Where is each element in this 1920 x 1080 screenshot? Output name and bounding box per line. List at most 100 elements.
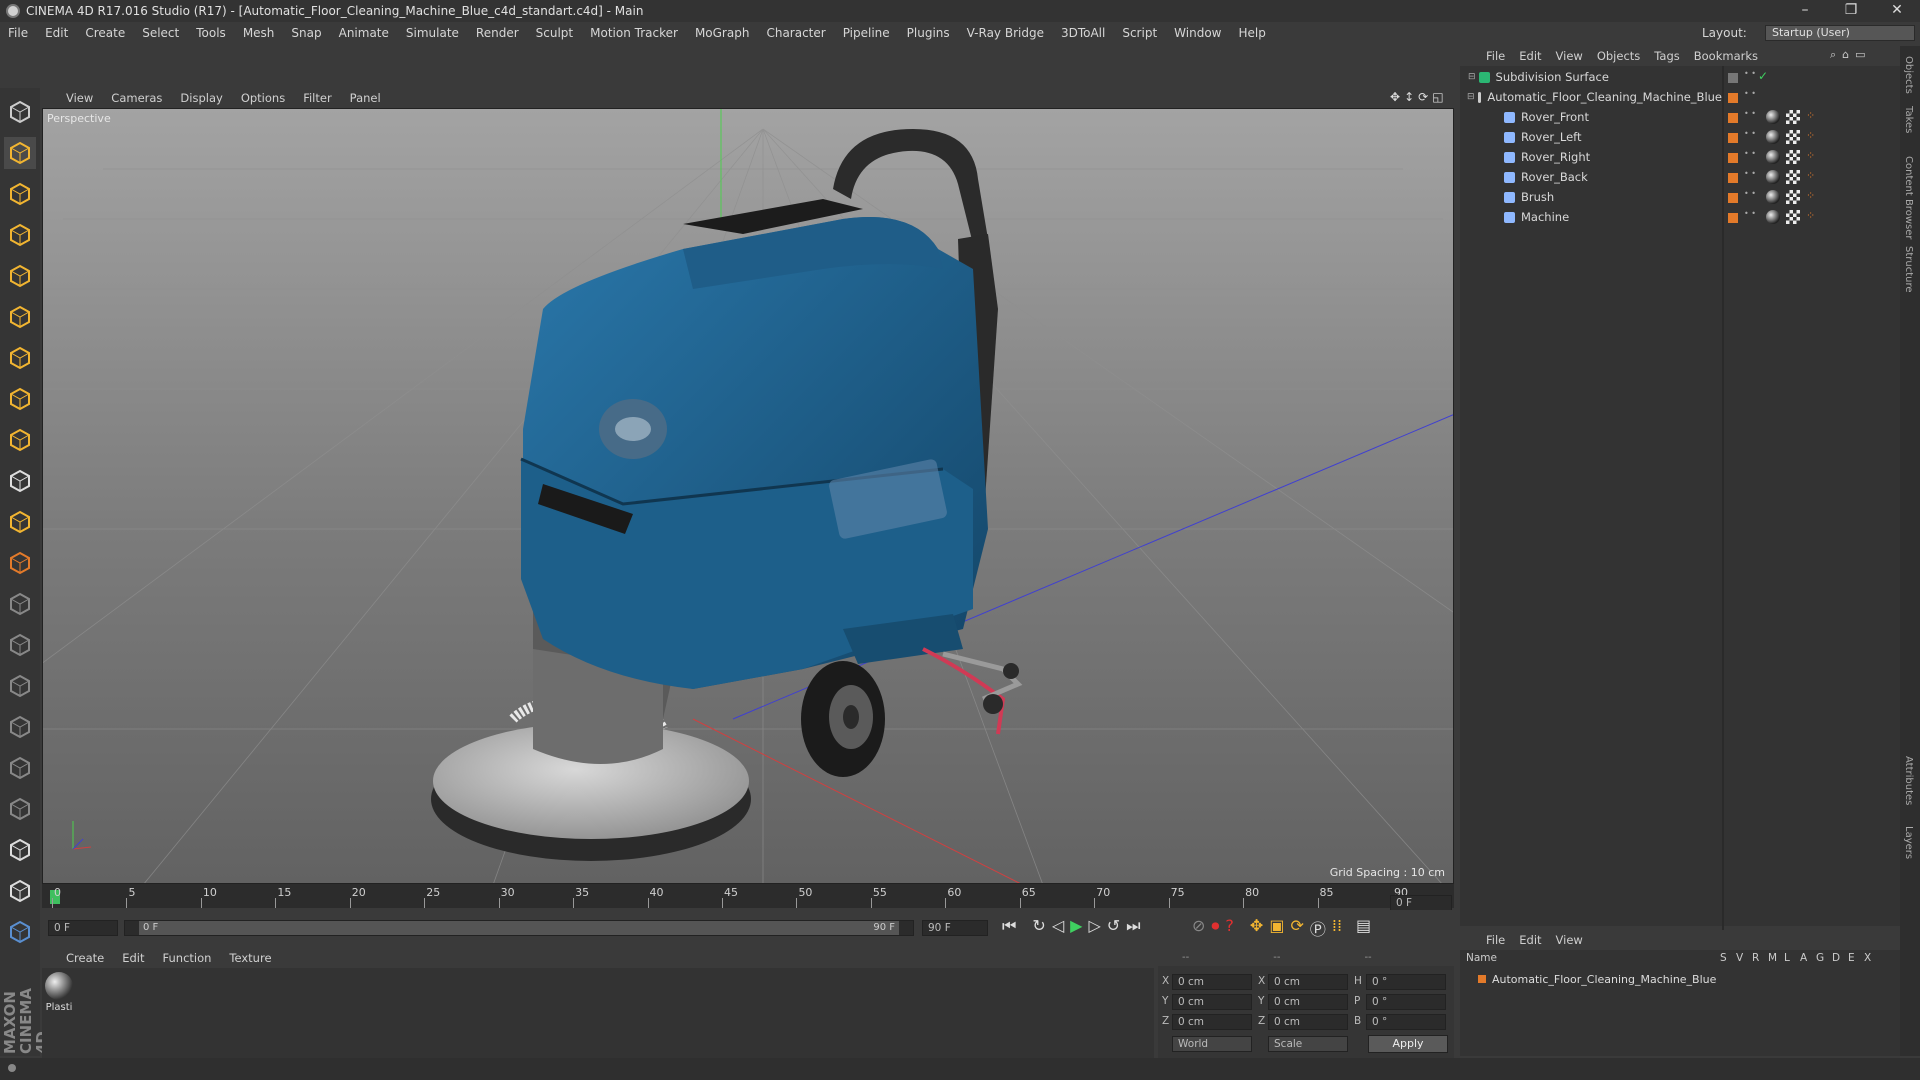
side-tab-layers[interactable]: Layers (1903, 826, 1914, 859)
size-field[interactable]: 0 cm (1268, 1014, 1348, 1030)
grid-icon[interactable] (4, 834, 36, 866)
menu-animate[interactable]: Animate (339, 26, 389, 40)
play-icon[interactable]: ▶ (1070, 916, 1082, 936)
maximize-view-icon[interactable]: ◱ (1432, 90, 1443, 104)
python-icon[interactable] (4, 916, 36, 948)
snap-icon[interactable] (4, 547, 36, 579)
next-key-icon[interactable]: ↺ (1107, 916, 1120, 936)
object-row[interactable]: ⊟ Automatic_Floor_Cleaning_Machine_Blue (1460, 88, 1722, 107)
material-menu-create[interactable]: Create (66, 951, 104, 965)
side-tab-structure[interactable]: Structure (1903, 246, 1914, 293)
object-menu-edit[interactable]: Edit (1519, 49, 1541, 63)
visibility-toggle-icon[interactable]: • • (1744, 70, 1756, 78)
bridge-icon[interactable] (4, 711, 36, 743)
coordinate-mode-select[interactable]: World (1172, 1036, 1252, 1052)
texture-tag-icon[interactable] (1786, 170, 1800, 184)
object-menu-bookmarks[interactable]: Bookmarks (1694, 49, 1758, 63)
object-row[interactable]: ⊟ Subdivision Surface (1460, 68, 1722, 87)
layer-column-x[interactable]: X (1864, 952, 1880, 968)
visibility-toggle-icon[interactable]: • • (1744, 130, 1756, 138)
key-position-icon[interactable]: ✥ (1250, 916, 1263, 940)
material-slot[interactable]: Plasti (44, 972, 74, 1020)
end-frame-field[interactable]: 90 F (922, 920, 988, 936)
menu-select[interactable]: Select (142, 26, 179, 40)
close-button[interactable]: ✕ (1874, 0, 1920, 22)
layer-color-swatch[interactable] (1728, 73, 1738, 83)
selection-tag-icon[interactable]: ⁘ (1806, 209, 1815, 222)
layer-menu-file[interactable]: File (1486, 933, 1505, 947)
autokey-icon[interactable]: ? (1225, 916, 1234, 940)
menu-simulate[interactable]: Simulate (406, 26, 459, 40)
brush-icon[interactable] (4, 588, 36, 620)
texture-tag-icon[interactable] (1786, 150, 1800, 164)
rotation-field[interactable]: 0 ° (1366, 974, 1446, 990)
layer-color-swatch[interactable] (1728, 153, 1738, 163)
layer-color-swatch[interactable] (1728, 93, 1738, 103)
knife-icon[interactable] (4, 629, 36, 661)
home-icon[interactable]: ⌂ (1842, 48, 1849, 62)
texture-mode-icon[interactable] (4, 178, 36, 210)
viewport-menu-display[interactable]: Display (180, 91, 222, 105)
new-window-icon[interactable]: ▭ (1855, 48, 1865, 62)
timeline-ruler[interactable]: 0 5 10 15 20 25 30 35 40 45 50 55 60 65 70 75 80 85 90 (42, 884, 1454, 908)
loop-icon[interactable] (4, 670, 36, 702)
selection-tag-icon[interactable]: ⁘ (1806, 169, 1815, 182)
menu-edit[interactable]: Edit (45, 26, 68, 40)
perspective-viewport[interactable]: Perspective Grid Spacing : 10 cm (42, 108, 1454, 884)
side-tab-objects[interactable]: Objects (1903, 56, 1914, 94)
layer-column-l[interactable]: L (1784, 952, 1800, 968)
layer-column-e[interactable]: E (1848, 952, 1864, 968)
layer-column-d[interactable]: D (1832, 952, 1848, 968)
start-frame-field[interactable]: 0 F (48, 920, 118, 936)
key-rotation-icon[interactable]: ⟳ (1290, 916, 1303, 940)
menu-tools[interactable]: Tools (196, 26, 226, 40)
next-frame-icon[interactable]: ▷ (1088, 916, 1100, 936)
go-to-end-icon[interactable]: ⏭ (1126, 916, 1140, 936)
material-tag-icon[interactable] (1766, 190, 1780, 204)
frame-range-slider[interactable]: 0 F 90 F (124, 920, 914, 936)
timeline-window-icon[interactable]: ▤ (1356, 916, 1371, 940)
keyframe-selection-icon[interactable]: ⊘ (1192, 916, 1205, 940)
points-mode-icon[interactable] (4, 260, 36, 292)
tweak-mode-icon[interactable] (4, 424, 36, 456)
selection-tag-icon[interactable]: ⁘ (1806, 109, 1815, 122)
layer-column-v[interactable]: V (1736, 952, 1752, 968)
restore-button[interactable]: ❐ (1828, 0, 1874, 22)
object-row[interactable]: Rover_Front (1460, 108, 1722, 127)
layer-column-s[interactable]: S (1720, 952, 1736, 968)
menu-window[interactable]: Window (1174, 26, 1221, 40)
size-field[interactable]: 0 cm (1268, 974, 1348, 990)
model-mode-icon[interactable] (4, 137, 36, 169)
texture-tag-icon[interactable] (1786, 190, 1800, 204)
visibility-toggle-icon[interactable]: • • (1744, 210, 1756, 218)
object-menu-file[interactable]: File (1486, 49, 1505, 63)
key-scale-icon[interactable]: ▣ (1269, 916, 1284, 940)
layer-column-g[interactable]: G (1816, 952, 1832, 968)
layer-menu-view[interactable]: View (1556, 933, 1583, 947)
layout-select[interactable]: Startup (User) (1765, 25, 1915, 41)
expand-toggle-icon[interactable]: ⊟ (1468, 68, 1476, 87)
viewport-menu-view[interactable]: View (66, 91, 93, 105)
visibility-toggle-icon[interactable]: • • (1744, 110, 1756, 118)
menu-pipeline[interactable]: Pipeline (843, 26, 890, 40)
menu-help[interactable]: Help (1238, 26, 1265, 40)
layer-color-swatch[interactable] (1728, 173, 1738, 183)
texture-tag-icon[interactable] (1786, 210, 1800, 224)
layer-color-swatch[interactable] (1728, 213, 1738, 223)
object-menu-tags[interactable]: Tags (1654, 49, 1679, 63)
selection-tag-icon[interactable]: ⁘ (1806, 129, 1815, 142)
visibility-toggle-icon[interactable]: • • (1744, 90, 1756, 98)
minimize-button[interactable]: – (1782, 0, 1828, 22)
position-field[interactable]: 0 cm (1172, 994, 1252, 1010)
polygons-mode-icon[interactable] (4, 342, 36, 374)
layer-color-swatch[interactable] (1728, 193, 1738, 203)
rotation-field[interactable]: 0 ° (1366, 1014, 1446, 1030)
object-row[interactable]: Rover_Left (1460, 128, 1722, 147)
menu-snap[interactable]: Snap (291, 26, 321, 40)
layer-color-swatch[interactable] (1728, 133, 1738, 143)
menu-render[interactable]: Render (476, 26, 519, 40)
rotation-field[interactable]: 0 ° (1366, 994, 1446, 1010)
material-tag-icon[interactable] (1766, 210, 1780, 224)
size-mode-select[interactable]: Scale (1268, 1036, 1348, 1052)
material-menu-function[interactable]: Function (163, 951, 212, 965)
